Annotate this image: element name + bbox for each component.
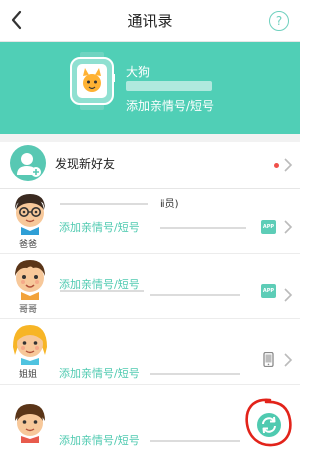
contact-row-older-brother[interactable]: 哥哥 添加亲情号/短号 APP (0, 254, 300, 319)
device-add-family-number-link[interactable]: 添加亲情号/短号 (126, 97, 214, 114)
device-header: 大狗 添加亲情号/短号 (0, 42, 300, 134)
contact-row-older-sister[interactable]: 姐姐 添加亲情号/短号 (0, 319, 300, 385)
discover-new-friends-row[interactable]: 发现新好友 (0, 142, 300, 189)
masked-number (150, 373, 240, 375)
contact-avatar-icon (15, 404, 45, 443)
app-user-badge: APP (261, 220, 276, 234)
contact-name: ⅱ员) (160, 199, 179, 210)
masked-number (150, 440, 240, 442)
contact-relation-label: 姐姐 (18, 370, 37, 380)
device-number-masked (126, 81, 212, 91)
add-family-number-link[interactable]: 添加亲情号/短号 (59, 365, 140, 381)
phone-icon (263, 352, 274, 367)
older-sister-avatar-icon (13, 325, 47, 365)
add-family-number-link[interactable]: 添加亲情号/短号 (59, 276, 140, 292)
device-name: 大狗 (126, 65, 151, 79)
chevron-right-icon (284, 288, 293, 302)
masked-number (160, 227, 246, 229)
add-family-number-link[interactable]: 添加亲情号/短号 (59, 219, 140, 235)
add-friend-avatar (10, 145, 46, 181)
notification-dot (274, 163, 279, 168)
masked-name (60, 203, 148, 205)
title-bar: 通讯录 ? (0, 0, 300, 42)
section-divider (0, 134, 300, 142)
chevron-right-icon (284, 158, 293, 172)
add-friend-icon (17, 153, 41, 177)
page-title: 通讯录 (127, 12, 173, 30)
watch-avatar-icon[interactable] (69, 52, 115, 110)
masked-number (150, 294, 240, 296)
dad-avatar-icon (15, 194, 45, 235)
discover-new-friends-label: 发现新好友 (55, 157, 116, 171)
chevron-right-icon (284, 353, 293, 367)
contact-relation-label: 哥哥 (18, 305, 37, 315)
older-brother-avatar-icon (15, 260, 45, 300)
app-user-badge: APP (261, 284, 276, 298)
red-circle-annotation (245, 398, 292, 447)
contact-row-dad[interactable]: 爸爸 ⅱ员) 添加亲情号/短号 APP (0, 189, 300, 254)
contact-relation-label: 爸爸 (18, 240, 37, 250)
chevron-right-icon (284, 220, 293, 234)
add-family-number-link[interactable]: 添加亲情号/短号 (59, 432, 140, 448)
help-button[interactable]: ? (269, 11, 289, 31)
